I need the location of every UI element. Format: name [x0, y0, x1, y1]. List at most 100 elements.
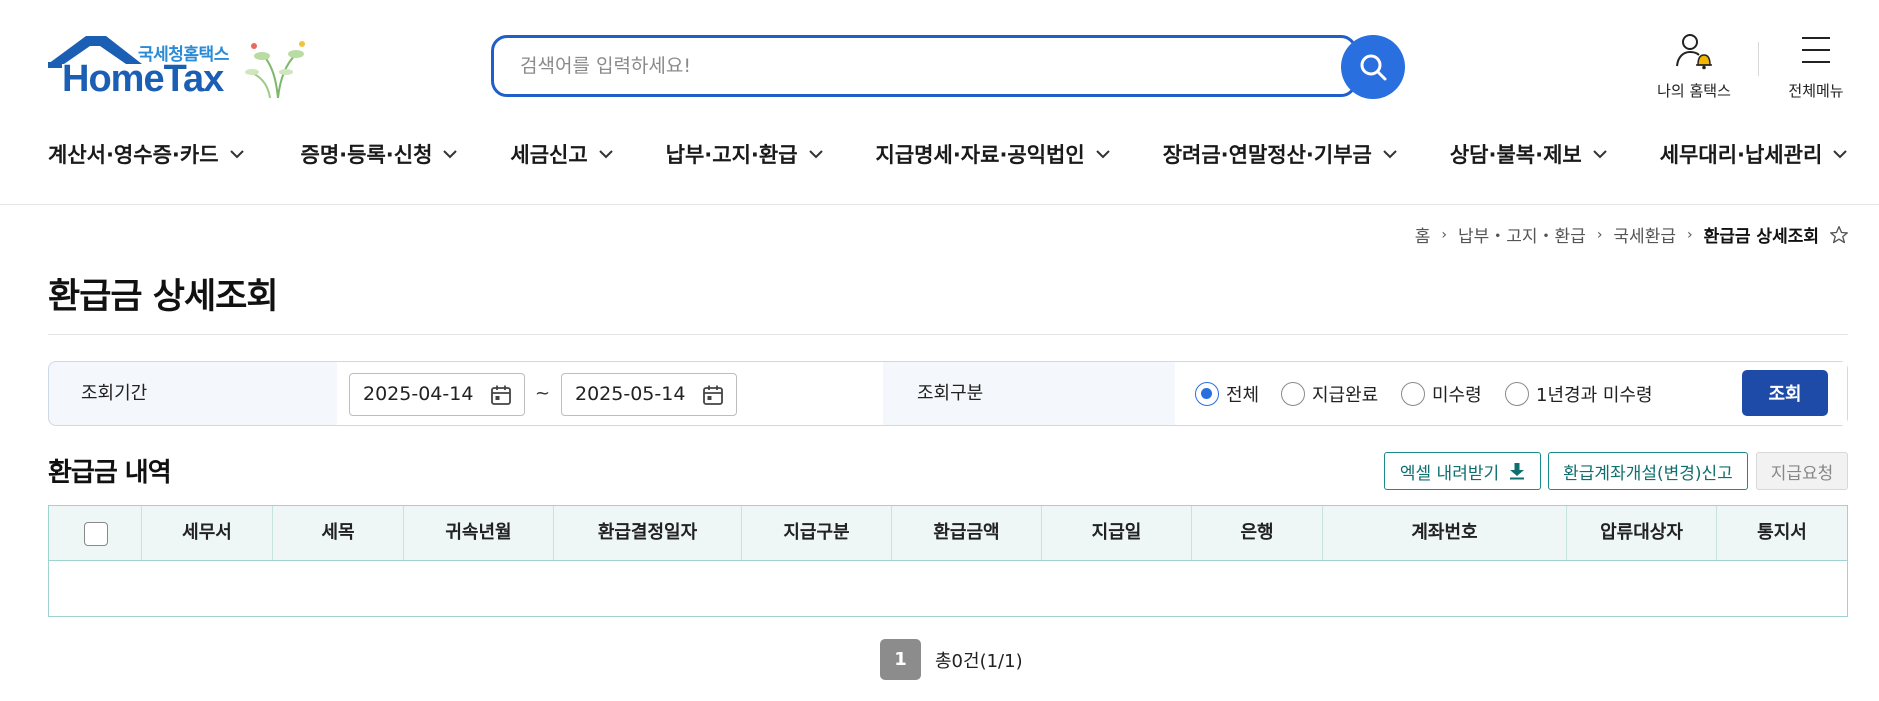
- logo-wordmark: HomeTax: [62, 58, 224, 100]
- column-header[interactable]: 지급구분: [742, 506, 892, 560]
- type-label: 조회구분: [917, 383, 984, 404]
- breadcrumb-home[interactable]: 홈: [1415, 222, 1431, 247]
- radio-circle: [1281, 381, 1305, 406]
- refund-account-button[interactable]: 환급계좌개설(변경)신고: [1548, 452, 1748, 490]
- chevron-down-icon: [1833, 150, 1847, 159]
- my-hometax-button[interactable]: 나의 홈택스: [1650, 32, 1738, 101]
- gnb-item-tax-filing[interactable]: 세금신고: [510, 136, 613, 172]
- column-header[interactable]: 압류대상자: [1567, 506, 1717, 560]
- breadcrumb-separator: ›: [1686, 226, 1693, 243]
- gnb-item-label: 세무대리·납세관리: [1659, 143, 1823, 167]
- gnb-item-label: 지급명세·자료·공익법인: [875, 143, 1085, 167]
- global-nav: 계산서·영수증·카드 증명·등록·신청 세금신고 납부·고지·환급 지급명세·자…: [48, 136, 1848, 172]
- column-header[interactable]: 지급일: [1042, 506, 1192, 560]
- calendar-icon[interactable]: [490, 384, 512, 406]
- date-from-value: 2025-04-14: [363, 383, 474, 405]
- my-hometax-label: 나의 홈택스: [1657, 82, 1731, 100]
- column-header[interactable]: 통지서: [1717, 506, 1847, 560]
- radio-circle: [1195, 381, 1219, 406]
- radio-unclaimed-1year[interactable]: 1년경과 미수령: [1505, 362, 1653, 425]
- date-range-tilde: ~: [535, 383, 551, 404]
- radio-unclaimed[interactable]: 미수령: [1401, 362, 1482, 425]
- column-header[interactable]: 세무서: [142, 506, 273, 560]
- breadcrumb-level1[interactable]: 납부・고지・환급: [1458, 222, 1586, 247]
- chevron-down-icon: [443, 150, 458, 159]
- gnb-item-label: 장려금·연말정산·기부금: [1162, 143, 1372, 167]
- refund-table: 세무서 세목 귀속년월 환급결정일자 지급구분 환급금액 지급일 은행 계좌번호…: [48, 505, 1848, 617]
- gnb-item-label: 상담·불복·제보: [1449, 143, 1582, 167]
- user-bell-icon: [1676, 34, 1712, 70]
- plant-decoration-icon: [245, 41, 305, 99]
- gnb-item-label: 세금신고: [510, 143, 588, 167]
- gnb-item-consult[interactable]: 상담·불복·제보: [1450, 136, 1608, 172]
- breadcrumb-separator: ›: [1596, 226, 1603, 243]
- excel-download-label: 엑셀 내려받기: [1399, 463, 1500, 484]
- date-from-field[interactable]: 2025-04-14: [349, 373, 525, 416]
- gnb-item-statement[interactable]: 지급명세·자료·공익법인: [876, 136, 1111, 172]
- full-menu-button[interactable]: 전체메뉴: [1780, 32, 1852, 101]
- calendar-icon[interactable]: [702, 384, 724, 406]
- select-all-checkbox[interactable]: [84, 522, 108, 546]
- breadcrumb-current: 환급금 상세조회: [1703, 227, 1819, 247]
- period-label: 조회기간: [81, 383, 148, 404]
- hometax-logo[interactable]: 국세청홈택스 HomeTax: [46, 34, 316, 104]
- column-header[interactable]: 환급결정일자: [554, 506, 742, 560]
- date-to-value: 2025-05-14: [575, 383, 686, 405]
- title-divider: [48, 334, 1848, 335]
- query-button[interactable]: 조회: [1742, 370, 1828, 416]
- gnb-item-payment[interactable]: 납부·고지·환급: [666, 136, 824, 172]
- search-icon: [1360, 54, 1387, 81]
- chevron-down-icon: [229, 150, 244, 159]
- breadcrumb: 홈 › 납부・고지・환급 › 국세환급 › 환급금 상세조회: [1415, 222, 1849, 247]
- column-header[interactable]: 계좌번호: [1323, 506, 1567, 560]
- radio-label: 지급완료: [1312, 384, 1379, 406]
- gnb-item-agent[interactable]: 세무대리·납세관리: [1660, 136, 1849, 172]
- chevron-down-icon: [808, 150, 823, 159]
- search-condition-box: 조회기간 2025-04-14 ~ 2025-05-14 조회구분 전체 지급완…: [48, 361, 1848, 426]
- breadcrumb-level2[interactable]: 국세환급: [1613, 222, 1676, 247]
- pagination: 1 총0건(1/1): [880, 639, 1023, 680]
- gnb-item-label: 납부·고지·환급: [665, 143, 798, 167]
- search-box: [491, 35, 1357, 97]
- gnb-item-label: 증명·등록·신청: [300, 143, 433, 167]
- radio-paid[interactable]: 지급완료: [1281, 362, 1378, 425]
- chevron-down-icon: [1383, 150, 1397, 159]
- radio-label: 미수령: [1432, 384, 1482, 406]
- header-select-all: [49, 506, 142, 560]
- gnb-item-incentive[interactable]: 장려금·연말정산·기부금: [1163, 136, 1398, 172]
- search-button[interactable]: [1341, 35, 1405, 99]
- chevron-down-icon: [1095, 150, 1110, 159]
- column-header[interactable]: 귀속년월: [404, 506, 554, 560]
- chevron-down-icon: [598, 150, 613, 159]
- section-title: 환급금 내역: [48, 458, 172, 488]
- util-divider: [1758, 42, 1759, 76]
- breadcrumb-separator: ›: [1441, 226, 1447, 243]
- site-header: 국세청홈택스 HomeTax 나의 홈택스: [0, 0, 1879, 205]
- hamburger-menu-icon: [1802, 37, 1830, 63]
- table-header-row: 세무서 세목 귀속년월 환급결정일자 지급구분 환급금액 지급일 은행 계좌번호…: [49, 506, 1847, 561]
- radio-circle: [1401, 381, 1425, 406]
- page-title: 환급금 상세조회: [48, 277, 279, 317]
- period-field-area: 2025-04-14 ~ 2025-05-14: [337, 362, 883, 425]
- radio-label: 1년경과 미수령: [1536, 384, 1653, 406]
- radio-all[interactable]: 전체: [1195, 362, 1259, 425]
- radio-label: 전체: [1226, 384, 1260, 406]
- radio-circle: [1505, 381, 1529, 406]
- full-menu-label: 전체메뉴: [1788, 82, 1844, 100]
- page-number-current[interactable]: 1: [880, 639, 921, 680]
- download-icon: [1510, 463, 1525, 480]
- gnb-item-invoice[interactable]: 계산서·영수증·카드: [48, 136, 245, 172]
- gnb-item-certificate[interactable]: 증명·등록·신청: [301, 136, 459, 172]
- column-header[interactable]: 환급금액: [892, 506, 1042, 560]
- chevron-down-icon: [1593, 150, 1607, 159]
- excel-download-button[interactable]: 엑셀 내려받기: [1384, 452, 1541, 490]
- column-header[interactable]: 세목: [273, 506, 404, 560]
- payment-request-button[interactable]: 지급요청: [1756, 452, 1848, 490]
- gnb-item-label: 계산서·영수증·카드: [48, 143, 219, 167]
- search-input[interactable]: [520, 38, 1300, 94]
- total-count: 총0건(1/1): [935, 650, 1023, 672]
- table-body-empty: [49, 561, 1847, 616]
- column-header[interactable]: 은행: [1192, 506, 1323, 560]
- date-to-field[interactable]: 2025-05-14: [561, 373, 737, 416]
- favorite-star-icon[interactable]: [1829, 225, 1849, 245]
